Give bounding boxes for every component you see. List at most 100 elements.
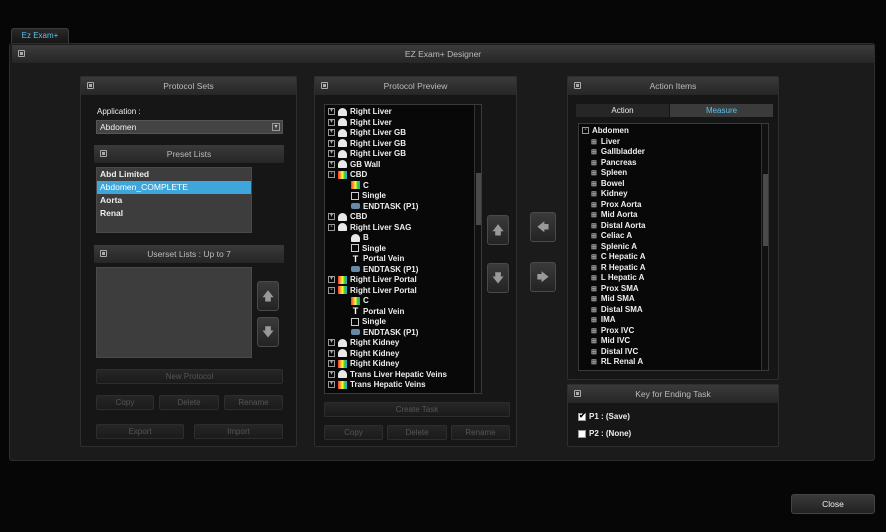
remove-item-button[interactable]: 🡄 <box>530 212 556 242</box>
expand-icon[interactable]: + <box>328 349 335 357</box>
checkbox-checked-icon[interactable] <box>578 411 586 421</box>
measure-tree-item[interactable]: ⊞ Prox IVC <box>591 326 634 336</box>
expand-icon[interactable]: ⊞ <box>591 275 597 282</box>
measure-tree-item[interactable]: ⊞ Mid SMA <box>591 294 635 304</box>
preset-list-item[interactable]: Abdomen_COMPLETE <box>97 181 251 194</box>
measure-tree-item[interactable]: ⊞ Mid IVC <box>591 336 630 346</box>
measure-tree-item[interactable]: ⊞ Celiac A <box>591 231 632 241</box>
protocol-tree-row[interactable]: T Portal Vein <box>351 254 405 264</box>
collapse-icon[interactable]: - <box>328 171 335 179</box>
create-task-button[interactable]: Create Task <box>324 402 510 417</box>
tab-measure[interactable]: Measure <box>670 104 773 117</box>
pin-icon[interactable] <box>321 82 328 89</box>
expand-icon[interactable]: + <box>328 370 335 378</box>
protocol-tree-row[interactable]: + Right Liver Portal <box>328 275 417 285</box>
expand-icon[interactable]: ⊞ <box>591 223 597 230</box>
expand-icon[interactable]: ⊞ <box>591 317 597 324</box>
measure-tree-item[interactable]: ⊞ Distal Aorta <box>591 221 645 231</box>
preset-list-item[interactable]: Renal <box>97 207 251 220</box>
import-button[interactable]: Import <box>194 424 283 439</box>
protocol-tree-row[interactable]: + Trans Hepatic Veins <box>328 380 426 390</box>
measure-tree-scrollbar[interactable] <box>761 124 768 370</box>
protocol-tree-row[interactable]: + Right Kidney <box>328 338 399 348</box>
export-button[interactable]: Export <box>96 424 184 439</box>
protocol-tree-row[interactable]: ENDTASK (P1) <box>351 328 418 338</box>
measure-tree-item[interactable]: ⊞ C Hepatic A <box>591 252 645 262</box>
protocol-tree-row[interactable]: + Right Liver <box>328 107 392 117</box>
measure-tree-item[interactable]: ⊞ RL Renal A <box>591 357 643 367</box>
expand-icon[interactable]: + <box>328 213 335 221</box>
copy-task-button[interactable]: Copy <box>324 425 383 440</box>
move-task-down-button[interactable]: 🡇 <box>487 263 509 293</box>
expand-icon[interactable]: ⊞ <box>591 191 597 198</box>
protocol-tree-row[interactable]: ENDTASK (P1) <box>351 265 418 275</box>
measure-tree-item[interactable]: ⊞ Splenic A <box>591 242 637 252</box>
expand-icon[interactable]: ⊞ <box>591 244 597 251</box>
expand-icon[interactable]: + <box>328 129 335 137</box>
protocol-tree-row[interactable]: + Right Liver GB <box>328 128 406 138</box>
measure-tree-item[interactable]: ⊞ IMA <box>591 315 616 325</box>
protocol-tree-row[interactable]: + CBD <box>328 212 367 222</box>
measure-tree-item[interactable]: ⊞ Distal SMA <box>591 305 643 315</box>
protocol-tree-row[interactable]: C <box>351 296 369 306</box>
pin-icon[interactable] <box>574 390 581 397</box>
protocol-tree-row[interactable]: + Right Liver GB <box>328 139 406 149</box>
protocol-tree-row[interactable]: Single <box>351 244 386 254</box>
expand-icon[interactable]: + <box>328 108 335 116</box>
protocol-tree-row[interactable]: ENDTASK (P1) <box>351 202 418 212</box>
expand-icon[interactable]: ⊞ <box>591 349 597 356</box>
p1-checkbox[interactable]: P1 : (Save) <box>578 411 630 421</box>
measure-tree-item[interactable]: ⊞ Spleen <box>591 168 627 178</box>
close-button[interactable]: Close <box>791 494 875 514</box>
expand-icon[interactable]: ⊞ <box>591 254 597 261</box>
move-task-up-button[interactable]: 🡅 <box>487 215 509 245</box>
expand-icon[interactable]: ⊞ <box>591 139 597 146</box>
expand-icon[interactable]: + <box>328 360 335 368</box>
measure-tree-item[interactable]: ⊞ Gallbladder <box>591 147 645 157</box>
protocol-tree-row[interactable]: + Right Kidney <box>328 359 399 369</box>
measure-tree-item[interactable]: ⊞ L Hepatic A <box>591 273 644 283</box>
copy-button[interactable]: Copy <box>96 395 154 410</box>
expand-icon[interactable]: ⊞ <box>591 181 597 188</box>
tab-ez-exam[interactable]: Ez Exam+ <box>11 28 69 43</box>
expand-icon[interactable]: + <box>328 276 335 284</box>
protocol-tree-row[interactable]: Single <box>351 317 386 327</box>
checkbox-unchecked-icon[interactable] <box>578 429 586 438</box>
collapse-icon[interactable]: - <box>582 127 589 135</box>
expand-icon[interactable]: ⊞ <box>591 338 597 345</box>
expand-icon[interactable]: ⊞ <box>591 265 597 272</box>
expand-icon[interactable]: + <box>328 381 335 389</box>
measure-tree-item[interactable]: ⊞ Pancreas <box>591 158 636 168</box>
expand-icon[interactable]: ⊞ <box>591 286 597 293</box>
pin-icon[interactable] <box>18 50 25 57</box>
protocol-tree-row[interactable]: - CBD <box>328 170 367 180</box>
application-select[interactable]: Abdomen ▾ <box>96 120 283 134</box>
measure-tree-item[interactable]: ⊞ Distal IVC <box>591 347 638 357</box>
expand-icon[interactable]: ⊞ <box>591 160 597 167</box>
rename-task-button[interactable]: Rename <box>451 425 510 440</box>
protocol-tree-row[interactable]: - Right Liver SAG <box>328 223 411 233</box>
delete-button[interactable]: Delete <box>159 395 219 410</box>
protocol-tree-row[interactable]: T Portal Vein <box>351 307 405 317</box>
pin-icon[interactable] <box>87 82 94 89</box>
measure-tree-root[interactable]: - Abdomen <box>582 126 629 136</box>
measure-tree-item[interactable]: ⊞ Kidney <box>591 189 628 199</box>
move-down-button[interactable]: 🡇 <box>257 317 279 347</box>
p2-checkbox[interactable]: P2 : (None) <box>578 429 631 438</box>
protocol-tree-scrollbar[interactable] <box>474 105 481 393</box>
expand-icon[interactable]: + <box>328 160 335 168</box>
measure-tree-item[interactable]: ⊞ R Hepatic A <box>591 263 645 273</box>
protocol-tree-row[interactable]: C <box>351 181 369 191</box>
expand-icon[interactable]: ⊞ <box>591 359 597 366</box>
expand-icon[interactable]: + <box>328 150 335 158</box>
measure-tree[interactable]: - Abdomen ⊞ Liver ⊞ Gallbladder ⊞ Pancreas ⊞ Sple… <box>578 123 769 371</box>
new-protocol-button[interactable]: New Protocol <box>96 369 283 384</box>
scroll-thumb[interactable] <box>476 173 481 225</box>
measure-tree-item[interactable]: ⊞ Liver <box>591 137 620 147</box>
protocol-tree-row[interactable]: + Right Liver GB <box>328 149 406 159</box>
expand-icon[interactable]: ⊞ <box>591 328 597 335</box>
protocol-tree-row[interactable]: - Right Liver Portal <box>328 286 417 296</box>
add-item-button[interactable]: 🡆 <box>530 262 556 292</box>
protocol-tree-row[interactable]: + Trans Liver Hepatic Veins <box>328 370 447 380</box>
preset-list-item[interactable]: Aorta <box>97 194 251 207</box>
